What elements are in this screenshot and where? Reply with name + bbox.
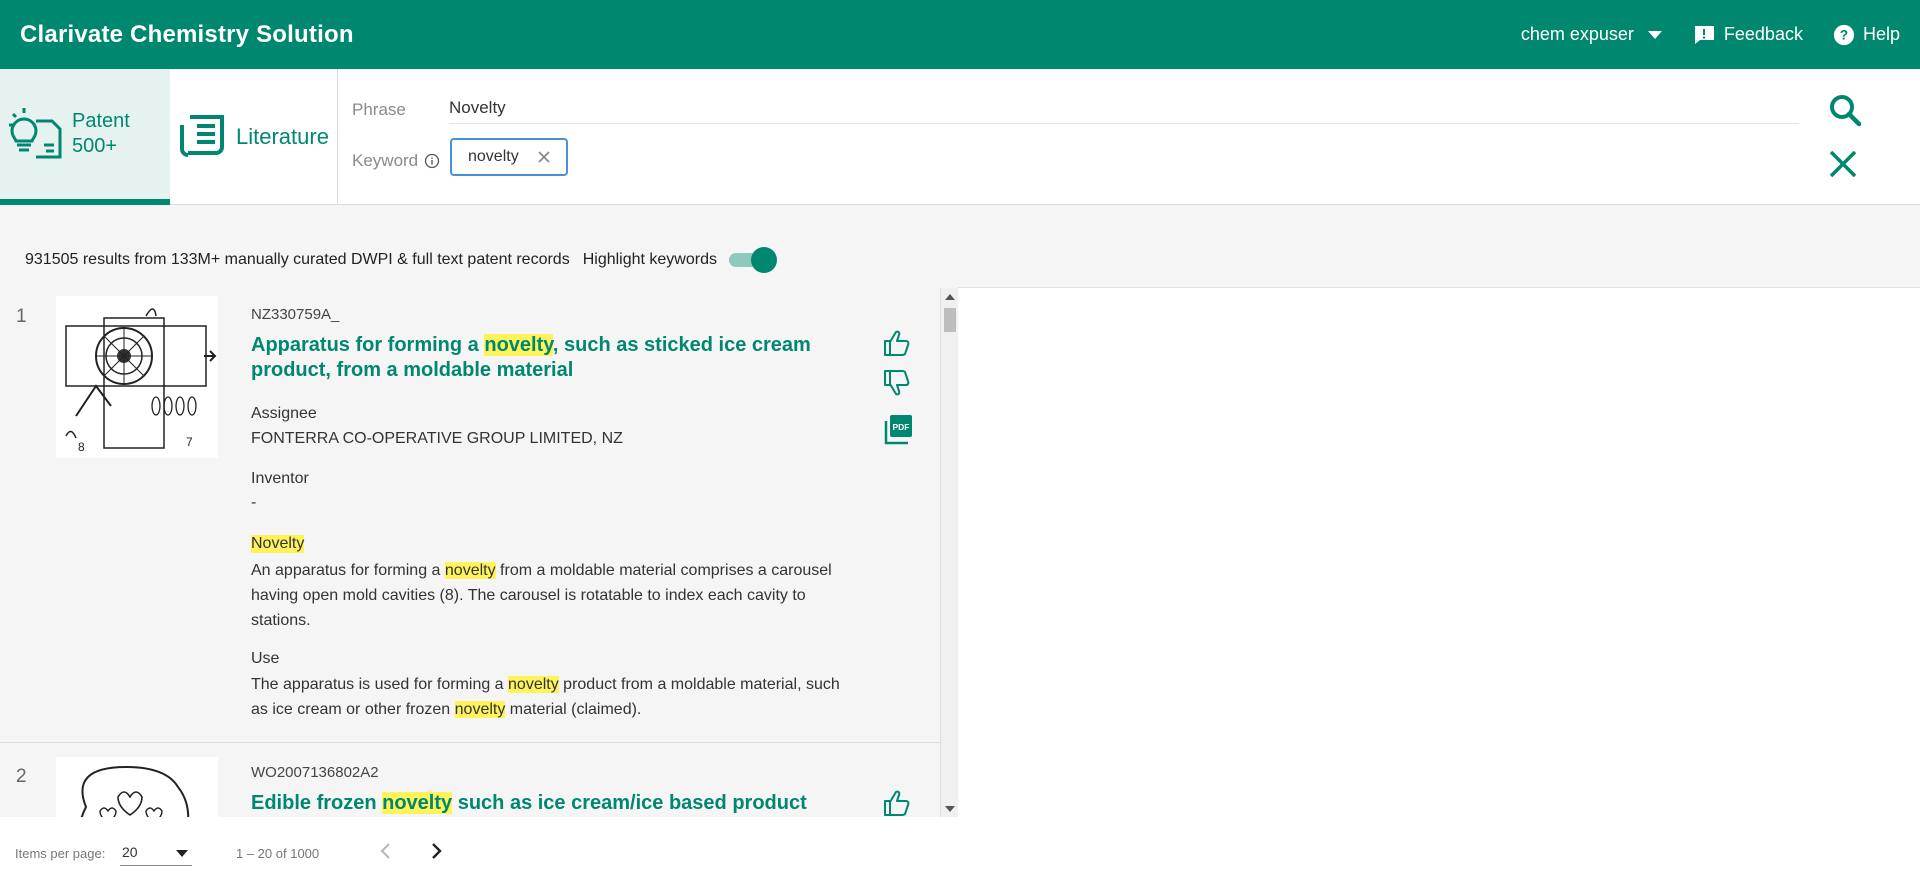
- svg-text:8: 8: [78, 440, 85, 454]
- highlight-keywords-label: Highlight keywords: [582, 251, 717, 268]
- header-actions: chem expuser Feedback ? Help: [1521, 0, 1900, 69]
- thumbs-up-icon[interactable]: [882, 328, 912, 358]
- use-keyword-highlight: novelty: [508, 676, 559, 693]
- result-title[interactable]: Edible frozen novelty such as ice cream/…: [251, 791, 811, 818]
- use-text: The apparatus is used for forming a nove…: [251, 672, 841, 722]
- feedback-label: Feedback: [1723, 24, 1803, 44]
- scroll-up-arrow[interactable]: [945, 294, 955, 300]
- paginator: Items per page: 20 1 – 20 of 1000: [0, 817, 1920, 888]
- keyword-label: Keyword: [352, 151, 419, 170]
- info-icon[interactable]: [424, 153, 440, 169]
- help-button[interactable]: ? Help: [1833, 24, 1900, 46]
- thumbs-up-icon[interactable]: [882, 788, 912, 818]
- chevron-down-icon: [176, 850, 188, 857]
- patent-number: NZ330759A_: [251, 306, 340, 323]
- results-summary: 931505 results from 133M+ manually curat…: [25, 251, 570, 268]
- svg-text:PDF: PDF: [893, 422, 910, 432]
- help-label: Help: [1862, 24, 1900, 44]
- tab-patent[interactable]: Patent 500+: [0, 69, 170, 205]
- keyword-chip-label: novelty: [468, 148, 519, 165]
- novelty-keyword-highlight: novelty: [444, 562, 496, 579]
- tab-literature-label: Literature: [236, 124, 329, 149]
- newspaper-icon: [180, 115, 224, 157]
- keyword-label-group: Keyword: [352, 151, 440, 171]
- user-menu[interactable]: chem expuser: [1521, 24, 1662, 45]
- feedback-button[interactable]: Feedback: [1692, 23, 1803, 47]
- novelty-label: Novelty: [251, 535, 305, 553]
- patent-drawing-thumbnail[interactable]: [56, 757, 218, 818]
- keyword-chip[interactable]: novelty: [450, 138, 568, 176]
- clear-search-icon[interactable]: [1828, 149, 1858, 179]
- inventor-value: -: [251, 494, 257, 511]
- app-header: Clarivate Chemistry Solution chem expuse…: [0, 0, 1920, 69]
- svg-text:?: ?: [1840, 27, 1848, 42]
- chevron-right-icon[interactable]: [426, 841, 446, 861]
- page-range: 1 – 20 of 1000: [236, 846, 320, 861]
- title-keyword-highlight: novelty: [484, 334, 553, 356]
- use-label: Use: [251, 650, 280, 667]
- scroll-down-arrow[interactable]: [945, 806, 955, 812]
- tab-patent-label: Patent: [72, 110, 130, 132]
- feedback-icon: [1693, 25, 1714, 44]
- phrase-label: Phrase: [352, 100, 406, 119]
- results-summary-bar: 931505 results from 133M+ manually curat…: [25, 247, 777, 273]
- assignee-value: FONTERRA CO-OPERATIVE GROUP LIMITED, NZ: [251, 430, 623, 447]
- help-icon: ?: [1833, 24, 1855, 45]
- bulb-document-icon: [9, 108, 62, 159]
- items-per-page-select[interactable]: 20: [120, 842, 192, 866]
- highlight-keywords-toggle[interactable]: [728, 247, 777, 273]
- tab-literature[interactable]: Literature: [170, 69, 338, 205]
- novelty-text-part: An apparatus for forming a: [251, 562, 445, 579]
- result-title[interactable]: Apparatus for forming a novelty, such as…: [251, 333, 811, 383]
- patent-number: WO2007136802A2: [251, 764, 379, 781]
- title-text: Edible frozen: [251, 792, 383, 814]
- title-keyword-highlight: novelty: [382, 792, 453, 814]
- svg-text:7: 7: [186, 435, 193, 449]
- result-item[interactable]: 2 WO2007136802A2 Edible frozen novelty s…: [0, 744, 940, 818]
- scroll-thumb[interactable]: [944, 308, 956, 332]
- items-per-page-label: Items per page:: [15, 846, 106, 861]
- patent-drawing-thumbnail[interactable]: 7 8: [56, 296, 218, 458]
- detail-pane: [958, 287, 1920, 817]
- novelty-text: An apparatus for forming a novelty from …: [251, 558, 841, 633]
- app-title: Clarivate Chemistry Solution: [20, 20, 354, 48]
- use-text-part: The apparatus is used for forming a: [251, 676, 509, 693]
- chevron-left-icon[interactable]: [376, 841, 396, 861]
- use-keyword-highlight: novelty: [454, 701, 506, 718]
- chevron-down-icon: [1647, 30, 1662, 39]
- search-panel: Patent 500+ Literature Phrase Novelty Ke…: [0, 69, 1920, 205]
- result-number: 2: [16, 766, 27, 787]
- tab-patent-count: 500+: [72, 135, 118, 157]
- search-icon[interactable]: [1828, 93, 1862, 127]
- assignee-label: Assignee: [251, 405, 317, 422]
- phrase-underline: [449, 123, 1799, 124]
- title-text: Apparatus for forming a: [251, 334, 485, 356]
- phrase-input[interactable]: Novelty: [449, 98, 506, 118]
- thumbs-down-icon[interactable]: [882, 368, 912, 398]
- pdf-icon[interactable]: PDF: [882, 413, 914, 445]
- close-icon[interactable]: [536, 149, 552, 165]
- use-text-part: material (claimed).: [505, 701, 642, 718]
- result-number: 1: [16, 306, 27, 327]
- items-per-page-value: 20: [122, 844, 138, 860]
- inventor-label: Inventor: [251, 470, 309, 487]
- toggle-knob: [750, 247, 777, 273]
- results-list: 1 7 8 NZ330759A_ Apparatus for forming a…: [0, 288, 940, 818]
- user-name: chem expuser: [1520, 24, 1634, 44]
- results-scrollbar[interactable]: [940, 288, 958, 818]
- result-item[interactable]: 1 7 8 NZ330759A_ Apparatus for forming a…: [0, 288, 940, 743]
